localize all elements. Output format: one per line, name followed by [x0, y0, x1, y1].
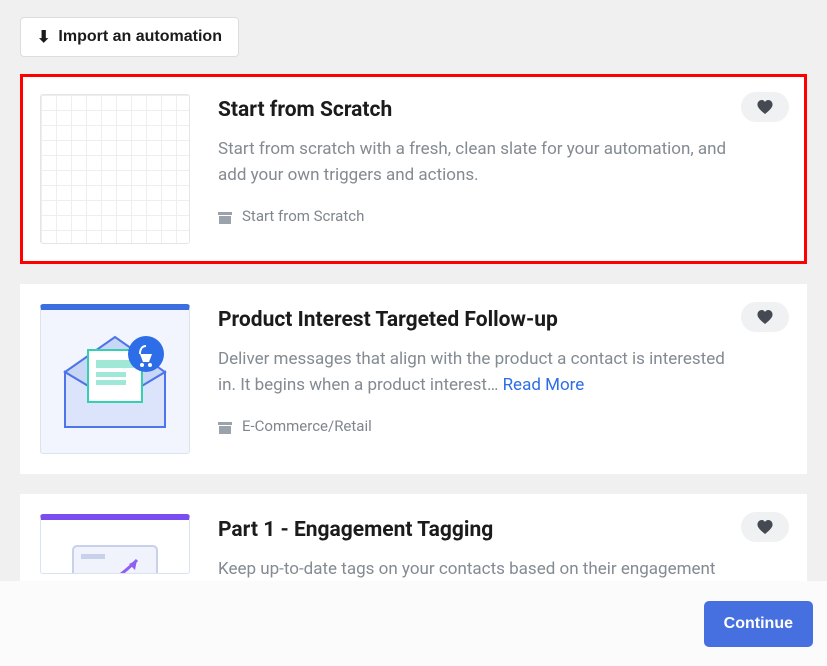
template-category-label: Start from Scratch — [242, 207, 364, 225]
template-description: Deliver messages that align with the pro… — [218, 346, 727, 399]
favorite-button[interactable] — [741, 92, 789, 122]
template-card-engagement-tagging[interactable]: Part 1 - Engagement Tagging Keep up-to-d… — [20, 494, 807, 581]
continue-button-label: Continue — [724, 615, 793, 632]
favorite-button[interactable] — [741, 512, 789, 542]
category-icon — [218, 420, 232, 432]
heart-icon — [757, 520, 773, 534]
template-thumbnail — [40, 304, 190, 454]
continue-button[interactable]: Continue — [704, 601, 813, 647]
heart-icon — [757, 100, 773, 114]
category-icon — [218, 210, 232, 222]
template-category: Start from Scratch — [218, 207, 727, 225]
template-title: Start from Scratch — [218, 98, 727, 122]
template-description: Start from scratch with a fresh, clean s… — [218, 136, 727, 189]
download-icon: ⬇ — [37, 27, 50, 47]
favorite-button[interactable] — [741, 302, 789, 332]
template-description: Keep up-to-date tags on your contacts ba… — [218, 556, 727, 581]
footer: Continue — [0, 581, 827, 666]
heart-icon — [757, 310, 773, 324]
template-title: Part 1 - Engagement Tagging — [218, 518, 727, 542]
template-category-label: E-Commerce/Retail — [242, 417, 372, 435]
template-thumbnail — [40, 94, 190, 244]
import-button-label: Import an automation — [58, 28, 222, 46]
template-title: Product Interest Targeted Follow-up — [218, 308, 727, 332]
read-more-link[interactable]: Read More — [503, 375, 585, 395]
template-thumbnail — [40, 514, 190, 574]
template-card-start-from-scratch[interactable]: Start from Scratch Start from scratch wi… — [20, 74, 807, 264]
template-list: Start from Scratch Start from scratch wi… — [20, 74, 807, 581]
template-card-product-interest[interactable]: Product Interest Targeted Follow-up Deli… — [20, 284, 807, 474]
template-category: E-Commerce/Retail — [218, 417, 727, 435]
import-automation-button[interactable]: ⬇ Import an automation — [20, 17, 239, 57]
